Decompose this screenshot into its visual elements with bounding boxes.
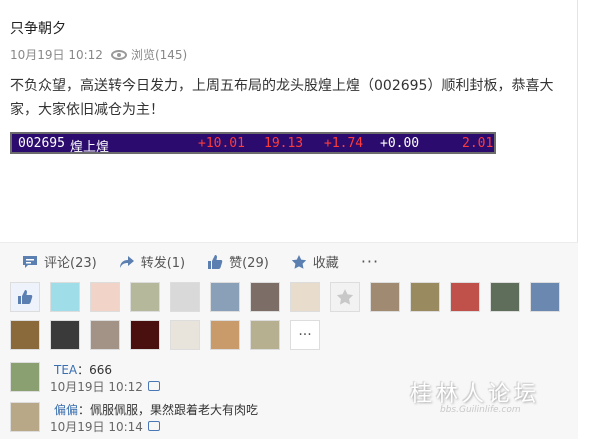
stock-price: 19.13: [264, 136, 304, 151]
stock-code: 002695: [18, 136, 65, 151]
avatar[interactable]: [490, 282, 520, 312]
repost-arrow-icon: [119, 254, 135, 270]
avatar[interactable]: [370, 282, 400, 312]
post-card: 只争朝夕 10月19日 10:12 浏览(145) 不负众望，高送转今日发力，上…: [0, 0, 578, 439]
stock-change-pct: +10.01: [198, 136, 245, 151]
more-likers-button[interactable]: ···: [290, 320, 320, 350]
comment-author: TEA：666: [54, 361, 112, 378]
avatar[interactable]: [10, 320, 40, 350]
avatar[interactable]: [250, 320, 280, 350]
avatar[interactable]: [10, 402, 40, 432]
watermark-url: bbs.Guilinlife.com: [440, 405, 521, 415]
thumbs-up-icon: [207, 254, 223, 270]
avatar[interactable]: [290, 282, 320, 312]
comment-author-name[interactable]: TEA: [54, 363, 77, 377]
avatar[interactable]: [170, 282, 200, 312]
avatar[interactable]: [170, 320, 200, 350]
eye-icon: [110, 49, 127, 60]
avatar[interactable]: [410, 282, 440, 312]
repost-label: 转发(1): [140, 256, 186, 271]
action-bar: 评论(23) 转发(1) 赞(29) 收藏 ···: [0, 242, 578, 280]
repost-button[interactable]: 转发(1): [119, 252, 185, 271]
like-button[interactable]: 赞(29): [207, 252, 269, 271]
likers-grid: ···: [0, 280, 578, 352]
reply-icon[interactable]: [148, 381, 160, 391]
comment-icon: [22, 254, 38, 270]
view-count: 浏览(145): [130, 48, 188, 62]
avatar[interactable]: [210, 320, 240, 350]
stock-quote-bar[interactable]: 002695 煌上煌 +10.01 19.13 +1.74 +0.00 2.01: [10, 132, 496, 155]
stock-name: 煌上煌: [70, 140, 110, 155]
stock-turnover: 2.01: [462, 136, 494, 151]
avatar[interactable]: [90, 320, 120, 350]
avatar[interactable]: [10, 362, 40, 392]
comment-text: ：佩服佩服，果然跟着老大有肉吃: [78, 403, 259, 417]
comment-button[interactable]: 评论(23): [22, 252, 97, 271]
star-icon: [291, 254, 307, 270]
avatar[interactable]: [210, 282, 240, 312]
thumbs-up-icon: [10, 282, 40, 312]
favorite-label: 收藏: [312, 256, 339, 271]
avatar[interactable]: [530, 282, 560, 312]
like-label: 赞(29): [229, 256, 269, 271]
more-actions-button[interactable]: ···: [361, 252, 379, 271]
post-meta: 10月19日 10:12 浏览(145): [10, 46, 187, 63]
comment-text: ：666: [77, 363, 113, 377]
comment-author-name[interactable]: 偏偏: [54, 403, 78, 417]
avatar[interactable]: [450, 282, 480, 312]
author-name[interactable]: 只争朝夕: [10, 18, 66, 38]
comment-time: 10月19日 10:12: [50, 380, 143, 394]
post-time: 10月19日 10:12: [10, 48, 103, 62]
stock-other: +0.00: [380, 136, 420, 151]
avatar[interactable]: [50, 320, 80, 350]
comment-label: 评论(23): [44, 256, 97, 271]
avatar[interactable]: [330, 282, 360, 312]
star-icon: [336, 289, 354, 305]
avatar[interactable]: [50, 282, 80, 312]
avatar[interactable]: [250, 282, 280, 312]
watermark-logo: 桂林人论坛: [410, 382, 541, 407]
avatar[interactable]: [90, 282, 120, 312]
stock-change: +1.74: [324, 136, 364, 151]
favorite-button[interactable]: 收藏: [291, 252, 339, 271]
comment-time: 10月19日 10:14: [50, 420, 143, 434]
post-content: 不负众望，高送转今日发力，上周五布局的龙头股煌上煌（002695）顺利封板，恭喜…: [10, 78, 554, 118]
comment-author: 偏偏：佩服佩服，果然跟着老大有肉吃: [54, 401, 258, 418]
avatar[interactable]: [130, 320, 160, 350]
reply-icon[interactable]: [148, 421, 160, 431]
avatar[interactable]: [130, 282, 160, 312]
